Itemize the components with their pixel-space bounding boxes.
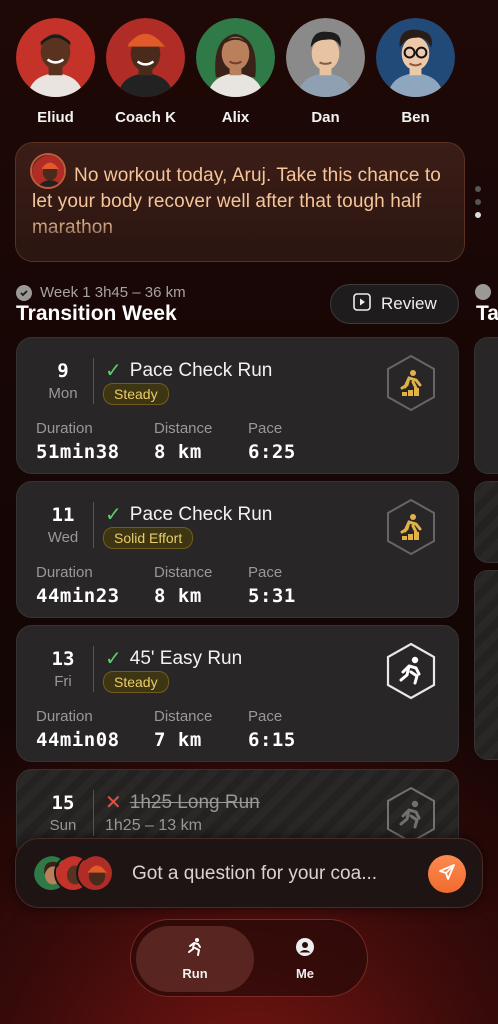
review-button[interactable]: Review bbox=[330, 284, 459, 324]
divider bbox=[93, 502, 94, 548]
workout-date: 13 Fri bbox=[33, 648, 93, 690]
workout-day: 15 bbox=[51, 792, 75, 814]
coach-coach-k[interactable]: Coach K bbox=[106, 18, 185, 126]
coach-avatar bbox=[106, 18, 185, 97]
coach-ben[interactable]: Ben bbox=[376, 18, 455, 126]
stat-distance: Distance 7 km bbox=[154, 708, 213, 751]
week-meta-text: Week 1 3h45 – 36 km bbox=[40, 284, 186, 301]
message-fade bbox=[16, 217, 464, 261]
next-week-card[interactable] bbox=[474, 337, 498, 474]
workout-title: ✕ 1h25 Long Run bbox=[105, 791, 260, 815]
pace-check-icon bbox=[385, 498, 437, 556]
cross-icon: ✕ bbox=[105, 792, 122, 814]
check-icon: ✓ bbox=[105, 360, 122, 382]
workout-card[interactable]: 11 Wed ✓ Pace Check Run Solid Effort Dura… bbox=[16, 481, 459, 618]
divider bbox=[93, 646, 94, 692]
intensity-badge: Steady bbox=[103, 383, 169, 405]
stat-duration: Duration 44min08 bbox=[36, 708, 120, 751]
coach-avatar bbox=[16, 18, 95, 97]
review-label: Review bbox=[381, 294, 437, 313]
coach-eliud[interactable]: Eliud bbox=[16, 18, 95, 126]
coach-dan[interactable]: Dan bbox=[286, 18, 365, 126]
check-circle-icon bbox=[475, 284, 491, 300]
message-pager[interactable] bbox=[475, 186, 481, 218]
running-icon bbox=[385, 642, 437, 700]
workout-title: ✓ 45' Easy Run bbox=[105, 647, 243, 671]
coach-message-card[interactable]: No workout today, Aruj. Take this chance… bbox=[15, 142, 465, 262]
stat-pace: Pace 5:31 bbox=[248, 564, 296, 607]
pager-dot-active bbox=[475, 212, 481, 218]
workout-date: 11 Wed bbox=[33, 504, 93, 546]
tab-label: Run bbox=[182, 966, 208, 981]
check-icon: ✓ bbox=[105, 504, 122, 526]
divider bbox=[93, 358, 94, 404]
check-circle-icon bbox=[16, 284, 32, 301]
check-icon: ✓ bbox=[105, 648, 122, 670]
workout-stats: Duration 44min08 Distance 7 km Pace 6:15 bbox=[36, 708, 296, 751]
coach-avatar bbox=[286, 18, 365, 97]
stat-distance: Distance 8 km bbox=[154, 420, 213, 463]
next-week-card[interactable] bbox=[474, 481, 498, 563]
coach-name: Ben bbox=[401, 109, 430, 126]
stat-pace: Pace 6:25 bbox=[248, 420, 296, 463]
workout-title: ✓ Pace Check Run bbox=[105, 503, 273, 527]
tab-run[interactable]: Run bbox=[136, 926, 254, 992]
tab-label: Me bbox=[295, 966, 315, 981]
workout-weekday: Fri bbox=[54, 673, 72, 690]
mini-avatar bbox=[76, 854, 114, 892]
intensity-badge: Solid Effort bbox=[103, 527, 194, 549]
workout-stats: Duration 44min23 Distance 8 km Pace 5:31 bbox=[36, 564, 296, 607]
workout-day: 9 bbox=[57, 360, 69, 382]
next-week-card[interactable] bbox=[474, 570, 498, 760]
workout-day: 11 bbox=[51, 504, 75, 526]
coach-name: Coach K bbox=[115, 109, 176, 126]
week-meta: Week 1 3h45 – 36 km bbox=[16, 284, 186, 301]
workout-date: 15 Sun bbox=[33, 792, 93, 834]
workout-title: ✓ Pace Check Run bbox=[105, 359, 273, 383]
running-icon bbox=[385, 786, 437, 844]
workout-card[interactable]: 9 Mon ✓ Pace Check Run Steady Duration 51m… bbox=[16, 337, 459, 474]
stat-distance: Distance 8 km bbox=[154, 564, 213, 607]
send-icon bbox=[438, 863, 456, 886]
coach-name: Eliud bbox=[37, 109, 74, 126]
workout-weekday: Wed bbox=[47, 529, 79, 546]
chat-input[interactable] bbox=[132, 839, 422, 909]
week-title: Transition Week bbox=[16, 302, 177, 325]
pager-dot bbox=[475, 186, 481, 192]
profile-icon bbox=[295, 937, 315, 960]
coach-chat-bar bbox=[15, 838, 483, 909]
stat-duration: Duration 44min23 bbox=[36, 564, 120, 607]
divider bbox=[93, 790, 94, 836]
workout-date: 9 Mon bbox=[33, 360, 93, 402]
tab-me[interactable]: Me bbox=[246, 926, 364, 992]
next-week-title[interactable]: Ta bbox=[476, 302, 498, 326]
pager-dot bbox=[475, 199, 481, 205]
coach-avatar bbox=[376, 18, 455, 97]
workout-summary: 1h25 – 13 km bbox=[105, 817, 202, 834]
run-icon bbox=[185, 937, 205, 960]
coach-name: Dan bbox=[311, 109, 340, 126]
play-square-icon bbox=[353, 292, 371, 316]
stat-pace: Pace 6:15 bbox=[248, 708, 296, 751]
tab-bar: Run Me bbox=[130, 919, 368, 997]
workout-weekday: Sun bbox=[49, 817, 77, 834]
send-button[interactable] bbox=[428, 855, 466, 893]
workout-card[interactable]: 13 Fri ✓ 45' Easy Run Steady Duration 44mi… bbox=[16, 625, 459, 762]
coach-selector: Eliud Coach K Alix Dan Ben bbox=[16, 18, 486, 126]
workout-weekday: Mon bbox=[48, 385, 78, 402]
stat-duration: Duration 51min38 bbox=[36, 420, 120, 463]
coach-avatar bbox=[196, 18, 275, 97]
workout-day: 13 bbox=[51, 648, 75, 670]
workout-stats: Duration 51min38 Distance 8 km Pace 6:25 bbox=[36, 420, 296, 463]
coach-avatar-stack bbox=[32, 854, 132, 894]
coach-name: Alix bbox=[221, 109, 250, 126]
intensity-badge: Steady bbox=[103, 671, 169, 693]
coach-alix[interactable]: Alix bbox=[196, 18, 275, 126]
pace-check-icon bbox=[385, 354, 437, 412]
